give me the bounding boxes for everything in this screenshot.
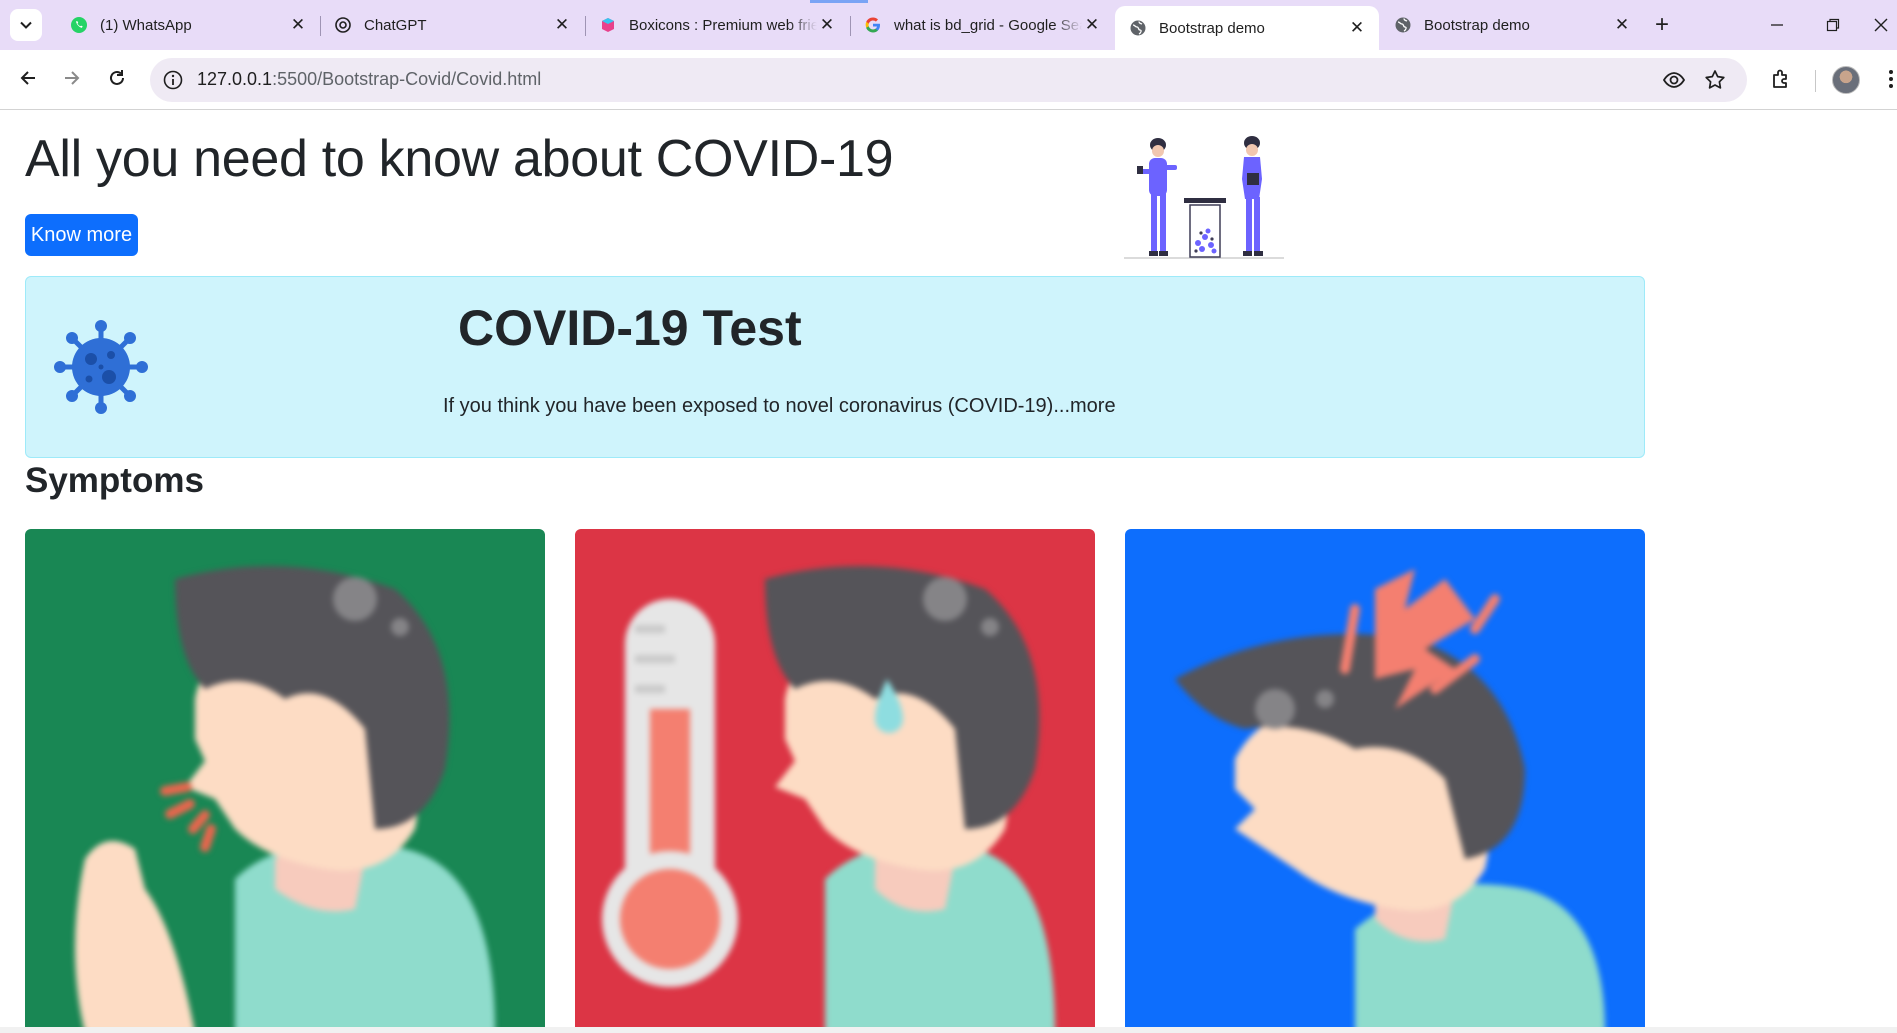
minimize-icon[interactable] <box>1762 10 1792 40</box>
tab-search-button[interactable] <box>10 9 42 41</box>
know-more-button[interactable]: Know more <box>25 214 138 256</box>
close-icon[interactable]: ✕ <box>1082 15 1102 35</box>
tab-title: Boxicons : Premium web friendly icons <box>629 16 817 34</box>
symptoms-heading: Symptoms <box>25 461 204 500</box>
url-path: :5500/Bootstrap-Covid/Covid.html <box>272 69 542 89</box>
eye-icon[interactable] <box>1662 68 1686 92</box>
tab-strip: (1) WhatsApp ✕ ChatGPT ✕ Boxicons : Prem… <box>0 0 1897 50</box>
chevron-down-icon <box>20 21 32 29</box>
toolbar-divider <box>1815 70 1816 92</box>
covid-test-title: COVID-19 Test <box>458 300 802 356</box>
tab-title: Bootstrap demo <box>1424 16 1530 34</box>
whatsapp-icon <box>70 16 88 34</box>
url-host: 127.0.0.1 <box>197 69 273 89</box>
tab-title: (1) WhatsApp <box>100 16 192 34</box>
bookmark-star-icon[interactable] <box>1703 68 1727 92</box>
fever-illustration <box>602 566 1055 1033</box>
tab-bootstrap-demo-active[interactable]: Bootstrap demo ✕ <box>1115 6 1379 50</box>
globe-icon <box>1394 16 1412 34</box>
tab-boxicons[interactable]: Boxicons : Premium web friendly icons ✕ <box>585 6 849 44</box>
tab-whatsapp[interactable]: (1) WhatsApp ✕ <box>56 6 320 44</box>
more-link[interactable]: ...more <box>1053 395 1115 417</box>
covid-test-text: If you think you have been exposed to no… <box>443 395 1116 418</box>
reload-button[interactable] <box>99 60 135 96</box>
arrow-right-icon <box>65 71 80 85</box>
reload-icon <box>110 70 124 85</box>
headache-illustration <box>1175 569 1605 1033</box>
tab-loading-indicator <box>810 0 868 3</box>
close-icon[interactable]: ✕ <box>1347 18 1367 38</box>
chatgpt-icon <box>334 16 352 34</box>
hero-title: All you need to know about COVID-19 <box>25 130 894 188</box>
close-icon[interactable]: ✕ <box>817 15 837 35</box>
url-text[interactable]: 127.0.0.1:5500/Bootstrap-Covid/Covid.htm… <box>197 69 541 90</box>
covid-test-alert: COVID-19 Test If you think you have been… <box>25 276 1645 458</box>
new-tab-button[interactable]: + <box>1648 12 1676 40</box>
close-icon[interactable]: ✕ <box>552 15 572 35</box>
extensions-icon[interactable] <box>1766 64 1796 94</box>
site-info-icon[interactable] <box>162 69 184 91</box>
close-icon[interactable]: ✕ <box>288 15 308 35</box>
symptom-card-cough[interactable] <box>25 529 545 1033</box>
tab-title: ChatGPT <box>364 16 427 34</box>
more-menu-icon[interactable] <box>1876 64 1897 94</box>
globe-icon <box>1129 19 1147 37</box>
browser-toolbar: 127.0.0.1:5500/Bootstrap-Covid/Covid.htm… <box>0 50 1897 110</box>
horizontal-scrollbar[interactable] <box>0 1027 1897 1033</box>
symptom-card-fever[interactable] <box>575 529 1095 1033</box>
symptom-card-headache[interactable] <box>1125 529 1645 1033</box>
doctors-illustration <box>1124 136 1284 259</box>
window-close-icon[interactable] <box>1866 10 1896 40</box>
tab-bootstrap-demo[interactable]: Bootstrap demo ✕ <box>1380 6 1644 44</box>
google-icon <box>864 16 882 34</box>
tab-chatgpt[interactable]: ChatGPT ✕ <box>320 6 584 44</box>
boxicons-icon <box>599 16 617 34</box>
covid-test-description: If you think you have been exposed to no… <box>443 395 1054 417</box>
address-bar[interactable]: 127.0.0.1:5500/Bootstrap-Covid/Covid.htm… <box>150 58 1747 102</box>
tab-title: what is bd_grid - Google Search <box>894 16 1082 34</box>
arrow-left-icon <box>20 71 35 85</box>
restore-icon[interactable] <box>1818 10 1848 40</box>
back-button[interactable] <box>10 60 46 96</box>
virus-icon <box>54 320 148 414</box>
forward-button[interactable] <box>54 60 90 96</box>
cough-illustration <box>75 566 495 1033</box>
profile-avatar[interactable] <box>1832 66 1860 94</box>
page-content: All you need to know about COVID-19 Know… <box>0 111 1897 1033</box>
close-icon[interactable]: ✕ <box>1612 15 1632 35</box>
tab-title: Bootstrap demo <box>1159 19 1265 37</box>
tab-google-search[interactable]: what is bd_grid - Google Search ✕ <box>850 6 1114 44</box>
